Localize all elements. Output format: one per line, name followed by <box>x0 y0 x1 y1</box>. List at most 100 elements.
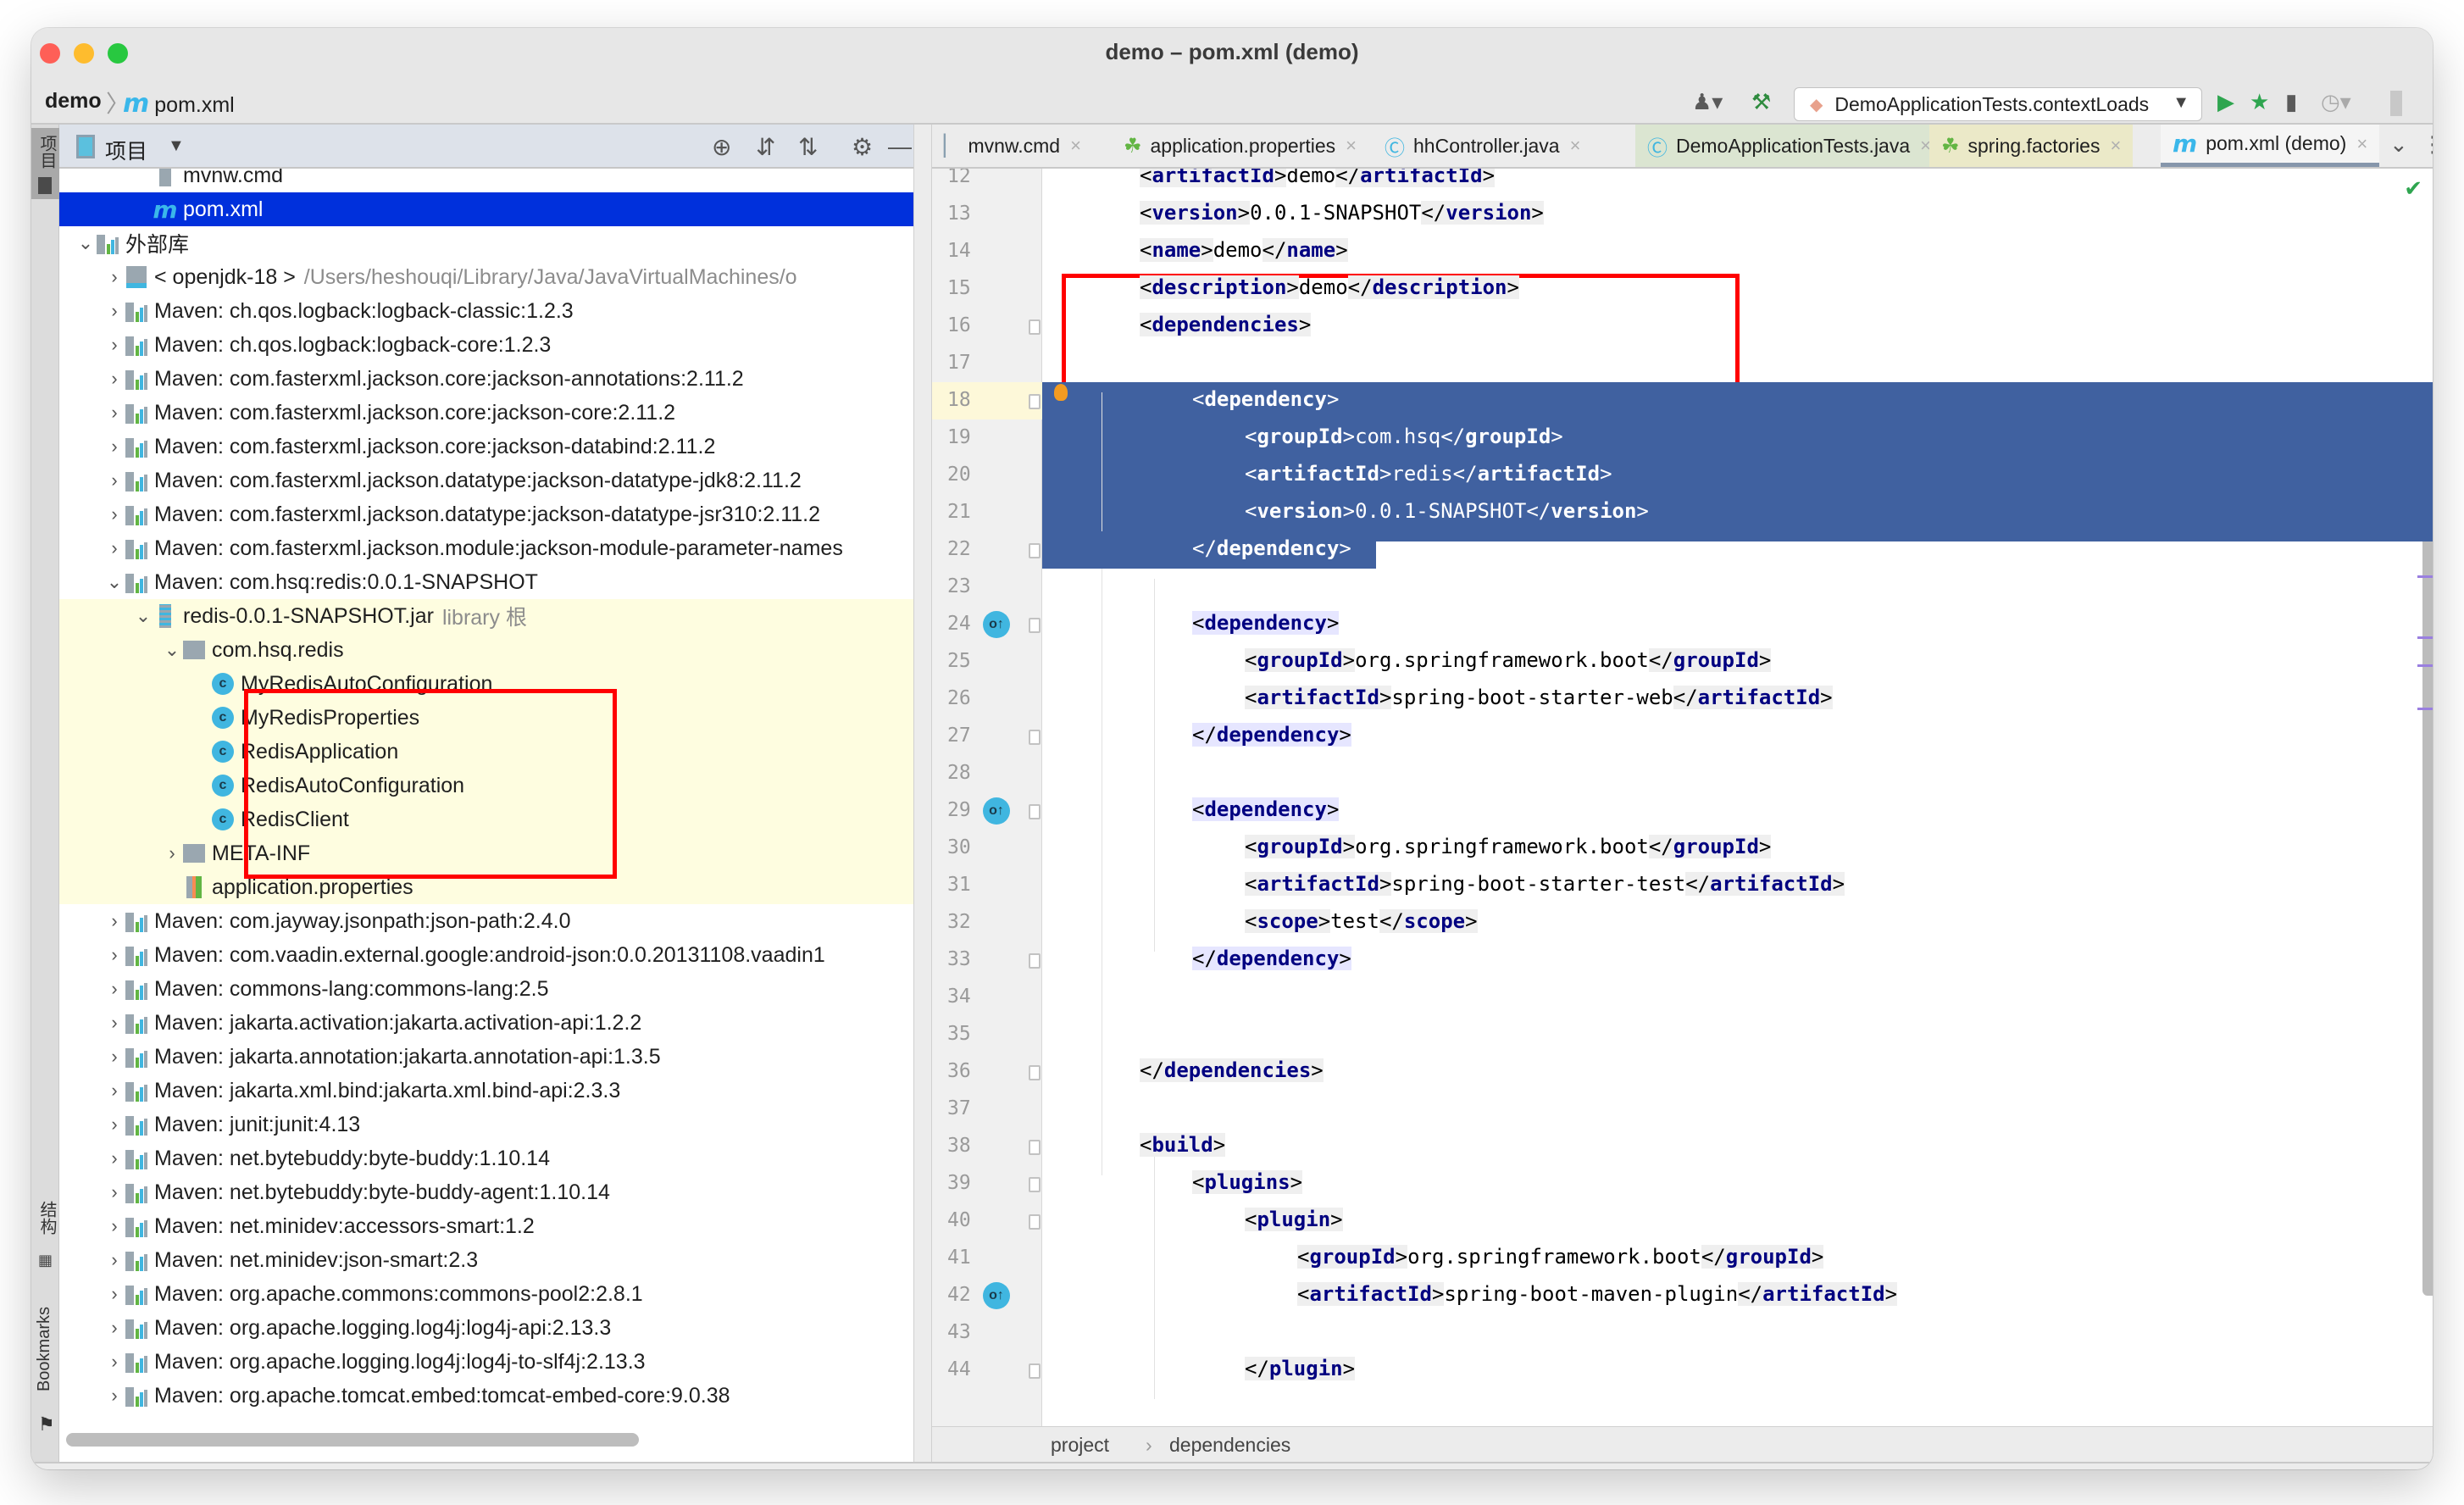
fold-marker-icon[interactable] <box>1029 1140 1041 1155</box>
code-line[interactable]: 23 <box>932 569 2433 606</box>
tree-item[interactable]: › Maven: org.apache.commons:commons-pool2… <box>59 1277 913 1311</box>
code-line[interactable]: 40 <plugin> <box>932 1202 2433 1240</box>
expand-right-icon[interactable]: › <box>105 978 124 1000</box>
expand-right-icon[interactable]: › <box>105 1181 124 1203</box>
panel-splitter[interactable] <box>913 125 932 1462</box>
fold-marker-icon[interactable] <box>1029 1065 1041 1080</box>
breadcrumb-item-dependencies[interactable]: dependencies <box>1169 1434 1290 1457</box>
fold-marker-icon[interactable] <box>1029 1214 1041 1230</box>
code-line[interactable]: 43 <box>932 1314 2433 1352</box>
close-icon[interactable]: × <box>1570 135 1581 157</box>
code-line[interactable]: 17 <box>932 345 2433 382</box>
tree-item-selected[interactable]: m pom.xml <box>59 192 913 226</box>
tree-item[interactable]: c RedisClient <box>59 802 913 836</box>
close-icon[interactable]: × <box>1070 135 1081 157</box>
code-line[interactable]: 16 <dependencies> <box>932 308 2433 345</box>
expand-right-icon[interactable]: › <box>105 266 124 288</box>
project-view-select[interactable]: 项目 <box>105 135 147 165</box>
tree-item[interactable]: › Maven: com.fasterxml.jackson.datatype:j… <box>59 464 913 497</box>
run-with-coverage-icon[interactable]: ▮ <box>2285 87 2297 116</box>
close-icon[interactable]: × <box>1346 135 1357 157</box>
tree-item[interactable]: › Maven: org.apache.tomcat.embed:tomcat-e… <box>59 1379 913 1413</box>
expand-down-icon[interactable]: ⌄ <box>76 232 95 254</box>
expand-right-icon[interactable]: › <box>105 334 124 356</box>
expand-right-icon[interactable]: › <box>105 1385 124 1407</box>
tree-item[interactable]: › Maven: com.fasterxml.jackson.module:jac… <box>59 531 913 565</box>
code-line[interactable]: 37 <box>932 1091 2433 1128</box>
tree-item[interactable]: c RedisApplication <box>59 735 913 769</box>
close-icon[interactable]: × <box>2110 135 2121 157</box>
tree-item[interactable]: c RedisAutoConfiguration <box>59 769 913 802</box>
code-line[interactable]: 34 <box>932 979 2433 1016</box>
tree-item[interactable]: › META-INF <box>59 836 913 870</box>
expand-right-icon[interactable]: › <box>105 1147 124 1169</box>
code-line[interactable]: 22 </dependency> <box>932 531 2433 569</box>
fold-marker-icon[interactable] <box>1029 319 1041 335</box>
close-icon[interactable]: × <box>2356 133 2367 155</box>
editor-tab[interactable]: ☘ application.properties × <box>1112 125 1368 167</box>
fold-marker-icon[interactable] <box>1029 730 1041 745</box>
locate-file-icon[interactable]: ⊕ <box>712 133 731 161</box>
expand-right-icon[interactable]: › <box>163 842 181 864</box>
stripe-bookmarks-button[interactable]: Bookmarks ⚑ <box>31 1307 59 1442</box>
tree-item[interactable]: ⌄ 外部库 <box>59 226 913 260</box>
tree-item[interactable]: › Maven: net.bytebuddy:byte-buddy-agent:1… <box>59 1175 913 1209</box>
expand-right-icon[interactable]: › <box>105 1046 124 1068</box>
code-line[interactable]: 24 o↑ <dependency> <box>932 606 2433 643</box>
project-horizontal-scrollbar[interactable] <box>66 1433 639 1447</box>
code-line[interactable]: 21 <version>0.0.1-SNAPSHOT</version> <box>932 494 2433 531</box>
expand-right-icon[interactable]: › <box>105 910 124 932</box>
expand-right-icon[interactable]: › <box>105 1317 124 1339</box>
expand-right-icon[interactable]: › <box>105 1283 124 1305</box>
code-line[interactable]: 20 <artifactId>redis</artifactId> <box>932 457 2433 494</box>
tree-item[interactable]: c MyRedisAutoConfiguration <box>59 667 913 701</box>
editor-tab[interactable]: ⒸhhController.java × <box>1373 125 1592 167</box>
expand-right-icon[interactable]: › <box>105 944 124 966</box>
code-line[interactable]: 39 <plugins> <box>932 1165 2433 1202</box>
code-line[interactable]: 12 <artifactId>demo</artifactId> <box>932 169 2433 196</box>
tree-item[interactable]: › Maven: com.jayway.jsonpath:json-path:2.… <box>59 904 913 938</box>
fold-marker-icon[interactable] <box>1029 394 1041 409</box>
code-line[interactable]: 35 <box>932 1016 2433 1053</box>
editor-tab[interactable]: m pom.xml (demo) × <box>2161 125 2380 167</box>
code-line[interactable]: 27 </dependency> <box>932 718 2433 755</box>
tree-item[interactable]: › Maven: net.bytebuddy:byte-buddy:1.10.14 <box>59 1141 913 1175</box>
code-line[interactable]: 32 <scope>test</scope> <box>932 904 2433 941</box>
fold-marker-icon[interactable] <box>1029 804 1041 819</box>
code-line[interactable]: 38 <build> <box>932 1128 2433 1165</box>
toolbar-more-icon[interactable] <box>2390 91 2402 116</box>
expand-right-icon[interactable]: › <box>105 1080 124 1102</box>
fold-marker-icon[interactable] <box>1029 618 1041 633</box>
expand-right-icon[interactable]: › <box>105 1012 124 1034</box>
expand-right-icon[interactable]: › <box>105 368 124 390</box>
expand-down-icon[interactable]: ⌄ <box>105 571 124 593</box>
expand-down-icon[interactable]: ⌄ <box>134 605 153 627</box>
tree-item[interactable]: › Maven: jakarta.annotation:jakarta.annot… <box>59 1040 913 1074</box>
run-icon[interactable]: ▶ <box>2217 87 2234 116</box>
tree-item[interactable]: application.properties <box>59 870 913 904</box>
tree-item[interactable]: › Maven: net.minidev:accessors-smart:1.2 <box>59 1209 913 1243</box>
tree-item[interactable]: › Maven: net.minidev:json-smart:2.3 <box>59 1243 913 1277</box>
code-line[interactable]: 15 <description>demo</description> <box>932 270 2433 308</box>
editor-tab[interactable]: ▏ mvnw.cmd × <box>932 125 1093 167</box>
tree-item[interactable]: › Maven: ch.qos.logback:logback-classic:1… <box>59 294 913 328</box>
code-line[interactable]: 26 <artifactId>spring-boot-starter-web</a… <box>932 680 2433 718</box>
tree-item[interactable]: › Maven: ch.qos.logback:logback-core:1.2.… <box>59 328 913 362</box>
intention-bulb-icon[interactable] <box>1054 384 1068 401</box>
code-line[interactable]: 41 <groupId>org.springframework.boot</gro… <box>932 1240 2433 1277</box>
tree-item[interactable]: › Maven: jakarta.activation:jakarta.activ… <box>59 1006 913 1040</box>
tree-item[interactable]: › Maven: com.fasterxml.jackson.core:jacks… <box>59 396 913 430</box>
editor-tab[interactable]: Ⓒ DemoApplicationTests.java × <box>1635 125 1943 167</box>
fold-marker-icon[interactable] <box>1029 1177 1041 1192</box>
debug-icon[interactable]: ★ <box>2250 87 2269 116</box>
expand-right-icon[interactable]: › <box>105 1351 124 1373</box>
code-line[interactable]: 30 <groupId>org.springframework.boot</gro… <box>932 830 2433 867</box>
breadcrumb-item-project[interactable]: project <box>1051 1434 1109 1457</box>
build-hammer-icon[interactable]: ⚒ <box>1751 87 1771 116</box>
expand-right-icon[interactable]: › <box>105 1249 124 1271</box>
chevron-down-icon[interactable]: ⌄ <box>2389 131 2408 158</box>
expand-down-icon[interactable]: ⌄ <box>163 639 181 661</box>
run-configuration-select[interactable]: ◆ DemoApplicationTests.contextLoads ▼ <box>1794 87 2202 121</box>
code-line[interactable]: 31 <artifactId>spring-boot-starter-test</… <box>932 867 2433 904</box>
code-line[interactable]: 28 <box>932 755 2433 792</box>
